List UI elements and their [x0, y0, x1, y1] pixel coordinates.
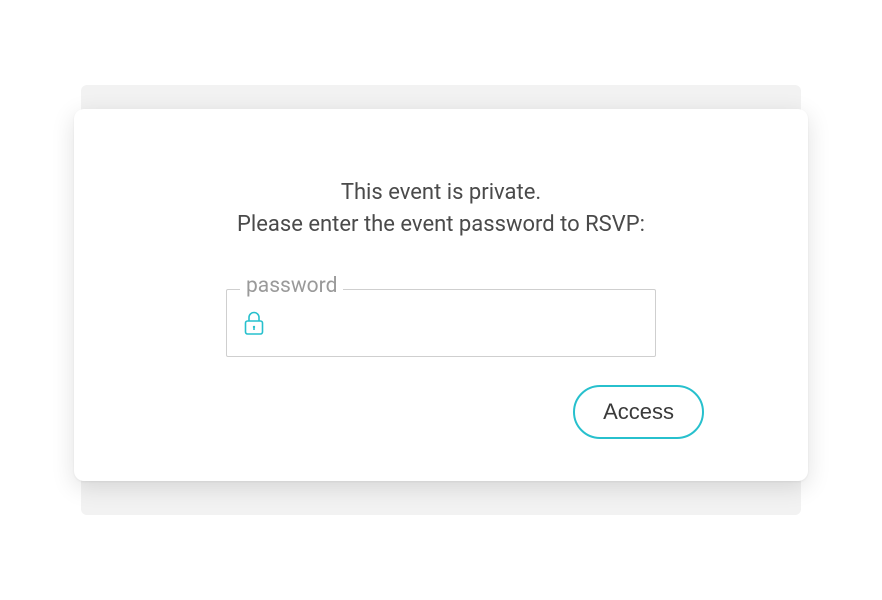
- password-field-wrap: password: [226, 289, 656, 357]
- access-button[interactable]: Access: [573, 385, 704, 439]
- lock-icon: [243, 310, 265, 336]
- password-modal: This event is private. Please enter the …: [74, 109, 808, 481]
- backdrop-panel: This event is private. Please enter the …: [81, 85, 801, 515]
- button-row: Access: [134, 385, 748, 439]
- password-input[interactable]: [277, 290, 639, 356]
- message-line-2: Please enter the event password to RSVP:: [134, 209, 748, 241]
- modal-message: This event is private. Please enter the …: [134, 177, 748, 241]
- password-field-label: password: [240, 274, 343, 298]
- message-line-1: This event is private.: [134, 177, 748, 209]
- password-field-box[interactable]: [226, 289, 656, 357]
